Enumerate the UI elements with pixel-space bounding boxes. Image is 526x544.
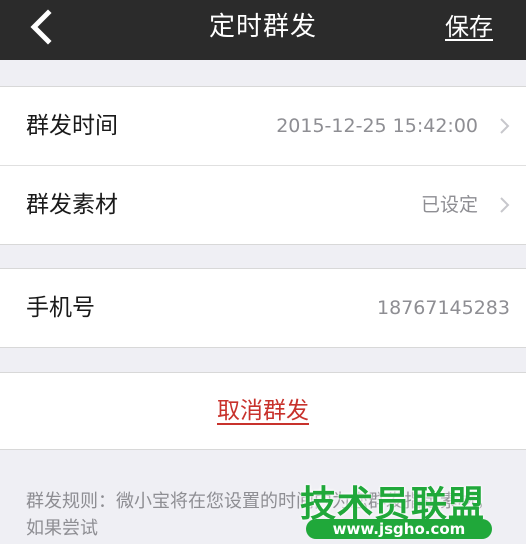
schedule-settings-group: 群发时间 2015-12-25 15:42:00 群发素材 已设定 bbox=[0, 86, 526, 245]
material-cell[interactable]: 群发素材 已设定 bbox=[0, 165, 526, 244]
material-label: 群发素材 bbox=[26, 192, 118, 218]
phone-label: 手机号 bbox=[26, 295, 95, 321]
send-time-label: 群发时间 bbox=[26, 113, 118, 139]
watermark-logo: 技术员联盟 www.jsgho.com bbox=[298, 475, 498, 541]
chevron-right-icon bbox=[499, 117, 510, 135]
phone-cell: 手机号 18767145283 bbox=[0, 269, 526, 347]
send-time-cell[interactable]: 群发时间 2015-12-25 15:42:00 bbox=[0, 87, 526, 165]
material-value: 已设定 bbox=[420, 194, 478, 216]
save-button[interactable]: 保存 bbox=[445, 0, 493, 54]
navigation-bar: 定时群发 保存 bbox=[0, 0, 526, 60]
chevron-right-icon bbox=[499, 196, 510, 214]
send-time-value: 2015-12-25 15:42:00 bbox=[276, 115, 478, 137]
phone-value: 18767145283 bbox=[377, 297, 510, 319]
watermark-url: www.jsgho.com bbox=[306, 519, 492, 539]
cancel-group: 取消群发 bbox=[0, 372, 526, 450]
cancel-broadcast-button[interactable]: 取消群发 bbox=[0, 373, 526, 449]
phone-group: 手机号 18767145283 bbox=[0, 268, 526, 348]
